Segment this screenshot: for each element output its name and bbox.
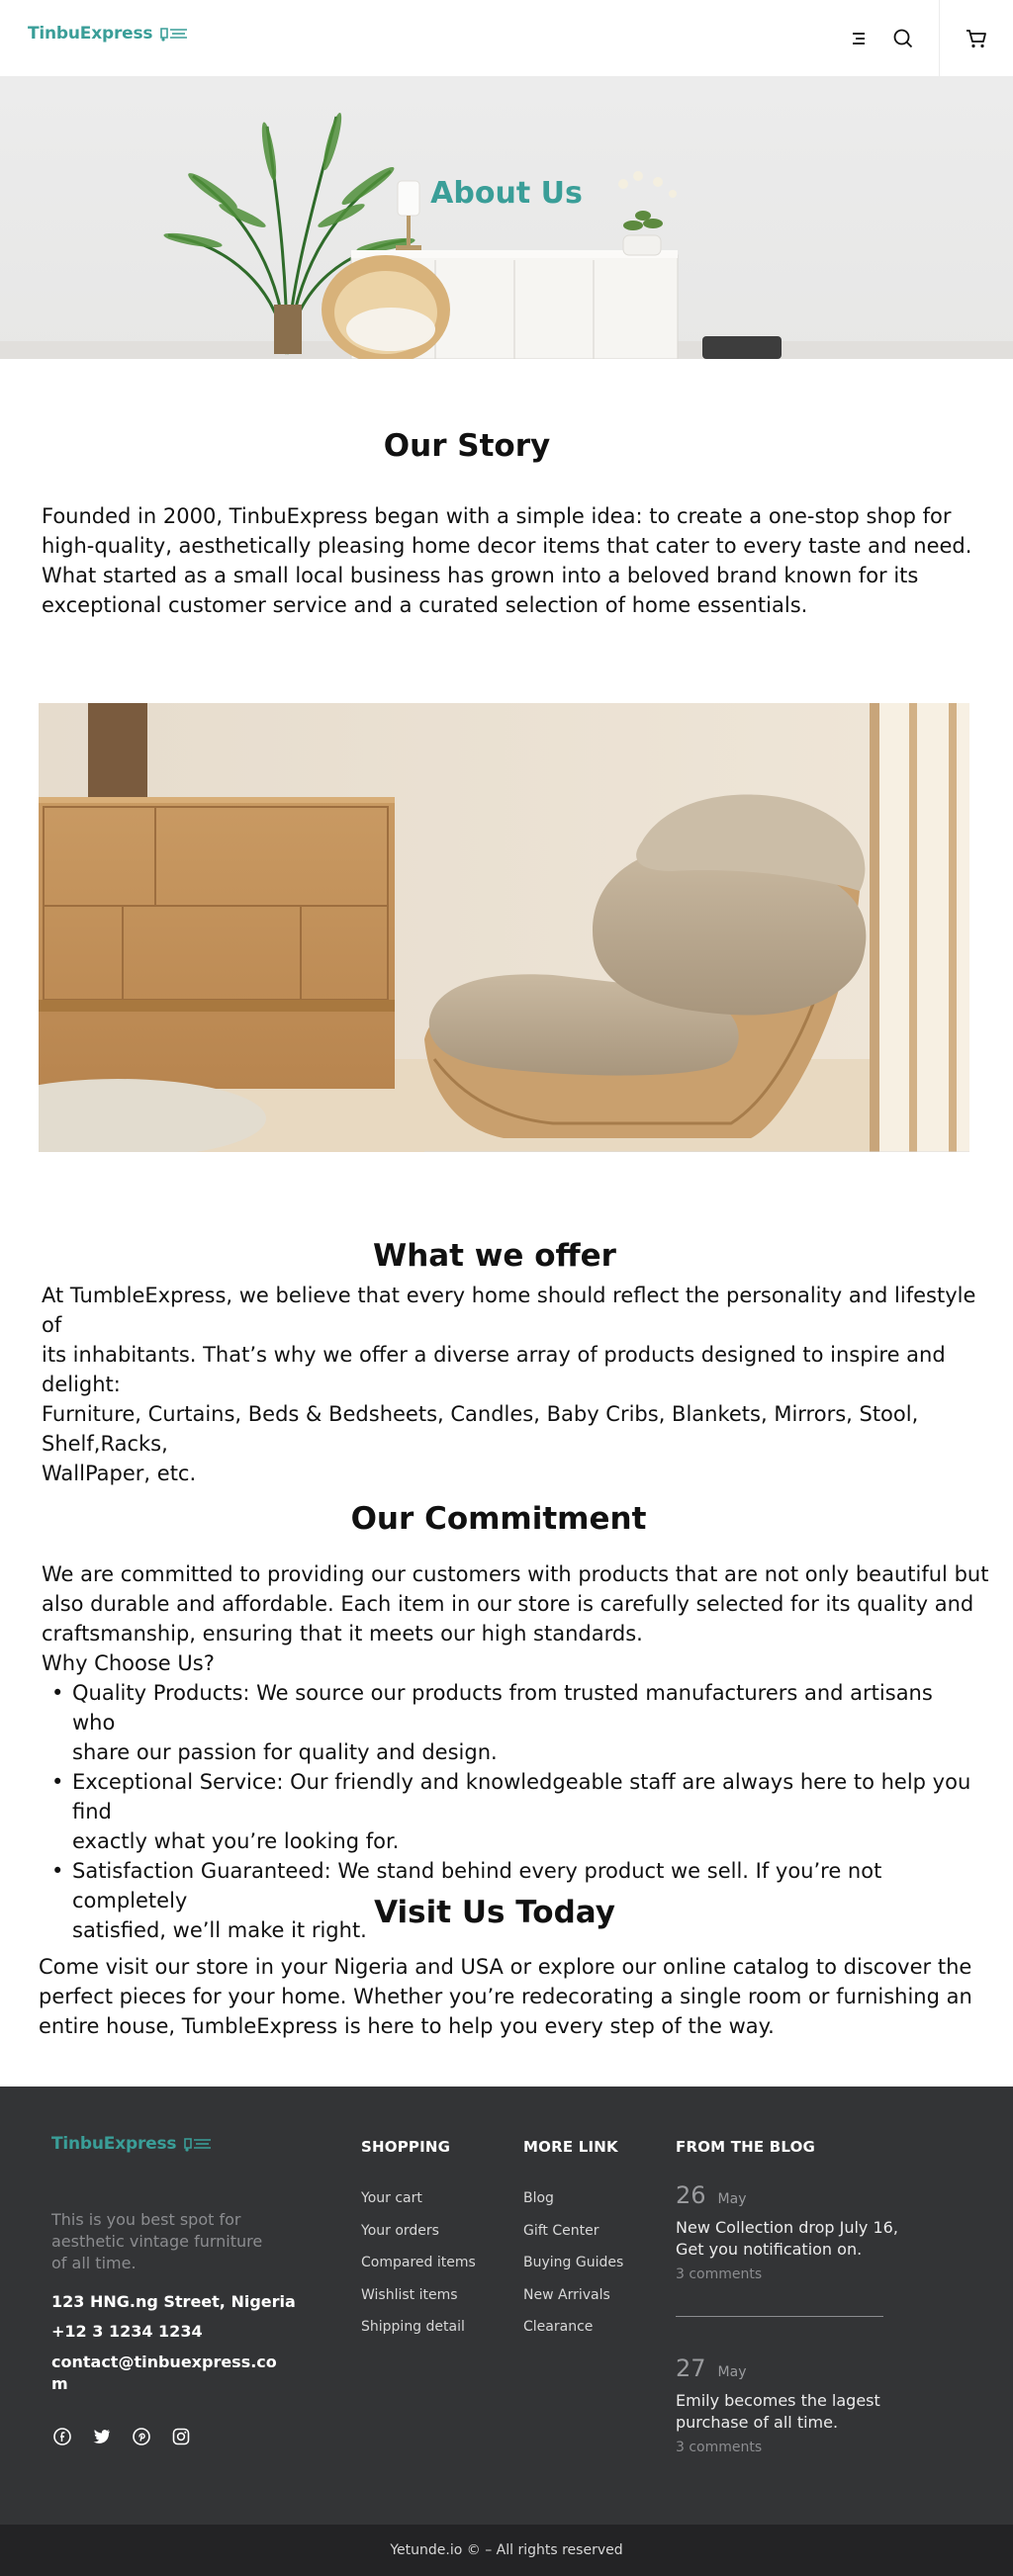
commitment-line: We are committed to providing our custom… (42, 1562, 989, 1586)
list-item-line: Quality Products: We source our products… (72, 1681, 933, 1734)
commitment-line: craftsmanship, ensuring that it meets ou… (42, 1622, 643, 1645)
footer-phone[interactable]: +12 3 1234 1234 (51, 2322, 203, 2341)
blog-divider (676, 2316, 883, 2317)
hero-banner: About Us (0, 77, 1013, 359)
blog-post[interactable]: 26 May New Collection drop July 16, Get … (676, 2181, 903, 2282)
footer-link-buying-guides[interactable]: Buying Guides (523, 2247, 623, 2279)
footer-email[interactable]: contact@tinbuexpress.com (51, 2352, 279, 2395)
blog-day: 26 (676, 2181, 706, 2209)
footer-logo[interactable]: TinbuExpress (51, 2134, 212, 2154)
offer-heading: What we offer (373, 1238, 616, 1274)
visit-line: Come visit our store in your Nigeria and… (39, 1955, 972, 1979)
visit-line: perfect pieces for your home. Whether yo… (39, 1985, 972, 2008)
footer-brand-name: TinbuExpress (51, 2134, 177, 2154)
copyright-bar: Yetunde.io © – All rights reserved (0, 2525, 1013, 2576)
pinterest-icon[interactable] (131, 2426, 152, 2447)
story-line: exceptional customer service and a curat… (42, 593, 808, 617)
page-title: About Us (430, 176, 583, 211)
blog-comments[interactable]: 3 comments (676, 2440, 903, 2455)
offer-paragraph: At TumbleExpress, we believe that every … (42, 1281, 991, 1488)
blog-month: May (717, 2364, 747, 2380)
cart-icon (967, 30, 986, 48)
offer-line: its inhabitants. That’s why we offer a d… (42, 1343, 946, 1367)
more-links: Blog Gift Center Buying Guides New Arriv… (523, 2182, 623, 2344)
footer-address: 123 HNG.ng Street, Nigeria (51, 2292, 296, 2311)
brand-logo[interactable]: TinbuExpress (28, 24, 188, 44)
shopping-heading: SHOPPING (361, 2138, 451, 2156)
brand-name: TinbuExpress (28, 24, 153, 44)
footer-link-wishlist-items[interactable]: Wishlist items (361, 2279, 476, 2312)
footer-link-gift-center[interactable]: Gift Center (523, 2215, 623, 2248)
more-link-heading: MORE LINK (523, 2138, 618, 2156)
facebook-icon[interactable] (51, 2426, 73, 2447)
commitment-line: Why Choose Us? (42, 1651, 215, 1675)
offer-line: delight: (42, 1373, 121, 1396)
blog-heading: FROM THE BLOG (676, 2138, 816, 2156)
footer-link-clearance[interactable]: Clearance (523, 2311, 623, 2344)
blog-date: 27 May (676, 2354, 903, 2382)
lounge-chair-illustration (39, 703, 969, 1152)
list-item-line: share our passion for quality and design… (72, 1740, 498, 1764)
blog-title[interactable]: New Collection drop July 16, Get you not… (676, 2217, 903, 2261)
instagram-icon[interactable] (170, 2426, 192, 2447)
social-links (51, 2426, 192, 2447)
story-paragraph: Founded in 2000, TinbuExpress began with… (42, 501, 981, 620)
search-icon[interactable] (883, 19, 923, 58)
shopping-links: Your cart Your orders Compared items Wis… (361, 2182, 476, 2344)
list-item-line: Exceptional Service: Our friendly and kn… (72, 1770, 971, 1823)
menu-icon[interactable] (839, 19, 878, 58)
list-item: Quality Products: We source our products… (42, 1678, 971, 1767)
footer-link-new-arrivals[interactable]: New Arrivals (523, 2279, 623, 2312)
offer-line: Furniture, Curtains, Beds & Bedsheets, C… (42, 1402, 919, 1456)
blog-date: 26 May (676, 2181, 903, 2209)
footer-link-compared-items[interactable]: Compared items (361, 2247, 476, 2279)
list-item-line: exactly what you’re looking for. (72, 1829, 400, 1853)
story-line: Founded in 2000, TinbuExpress began with… (42, 504, 952, 528)
visit-line: entire house, TumbleExpress is here to h… (39, 2014, 775, 2038)
blog-month: May (717, 2191, 747, 2207)
blog-day: 27 (676, 2354, 706, 2382)
story-heading: Our Story (383, 428, 551, 464)
blog-post[interactable]: 27 May Emily becomes the lagest purchase… (676, 2354, 903, 2455)
blog-comments[interactable]: 3 comments (676, 2266, 903, 2282)
offer-line: WallPaper, etc. (42, 1462, 197, 1485)
story-line: high-quality, aesthetically pleasing hom… (42, 534, 972, 558)
footer-link-shipping-detail[interactable]: Shipping detail (361, 2311, 476, 2344)
hero-room-illustration (0, 112, 1013, 359)
blog-title[interactable]: Emily becomes the lagest purchase of all… (676, 2390, 903, 2434)
site-header: TinbuExpress (0, 0, 1013, 77)
story-line: What started as a small local business h… (42, 564, 919, 587)
commitment-line: also durable and affordable. Each item i… (42, 1592, 974, 1616)
commitment-heading: Our Commitment (350, 1501, 647, 1537)
delivery-mark-icon (160, 28, 188, 42)
footer-link-your-orders[interactable]: Your orders (361, 2215, 476, 2248)
offer-line: At TumbleExpress, we believe that every … (42, 1284, 976, 1337)
footer-tagline: This is you best spot for aesthetic vint… (51, 2210, 263, 2272)
copyright-text: Yetunde.io © – All rights reserved (390, 2542, 623, 2558)
visit-paragraph: Come visit our store in your Nigeria and… (39, 1952, 988, 2041)
footer-link-your-cart[interactable]: Your cart (361, 2182, 476, 2215)
commitment-paragraph: We are committed to providing our custom… (42, 1559, 991, 1678)
about-photo (39, 703, 969, 1152)
twitter-icon[interactable] (91, 2426, 113, 2447)
visit-heading: Visit Us Today (374, 1895, 615, 1930)
footer-link-blog[interactable]: Blog (523, 2182, 623, 2215)
delivery-mark-icon (184, 2138, 212, 2152)
list-item: Exceptional Service: Our friendly and kn… (42, 1767, 971, 1856)
site-footer: TinbuExpress This is you best spot for a… (0, 2087, 1013, 2525)
cart-button[interactable] (939, 0, 1013, 77)
